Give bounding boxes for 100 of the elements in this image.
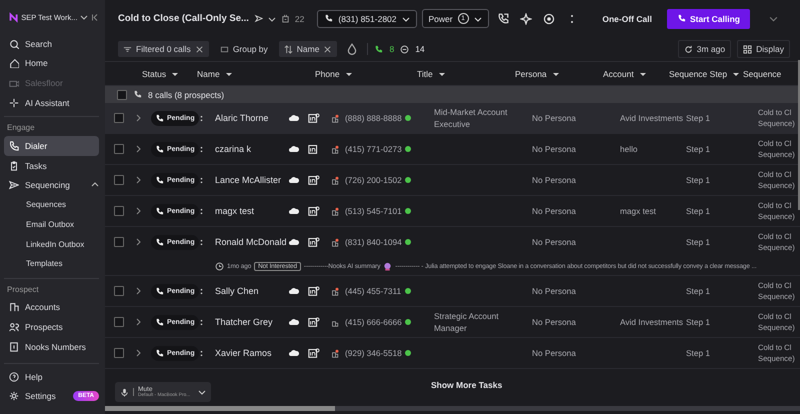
chevron-right-icon[interactable] <box>134 287 142 295</box>
chevron-right-icon[interactable] <box>134 114 142 122</box>
chevron-right-icon[interactable] <box>134 349 142 357</box>
nav-item[interactable]: Help <box>4 366 99 386</box>
start-calling-button[interactable]: Start Calling <box>666 8 750 28</box>
prospect-name[interactable]: Xavier Ramos <box>215 348 285 358</box>
phone-number[interactable]: (831) 840-1094 <box>345 237 405 247</box>
drop-icon[interactable] <box>346 43 358 55</box>
cloud-icon[interactable] <box>288 316 300 328</box>
column-header[interactable]: Account <box>603 68 669 78</box>
prospect-name[interactable]: magx test <box>215 206 285 216</box>
column-header[interactable]: Sequence Step <box>669 68 743 78</box>
chevron-down-icon[interactable] <box>268 14 276 22</box>
linkedin-icon[interactable] <box>308 316 320 328</box>
phone-number[interactable]: (445) 455-7311 <box>345 286 405 296</box>
chevron-down-icon[interactable] <box>769 14 778 23</box>
prospect-name[interactable]: Ronald McDonald <box>215 237 285 247</box>
checkbox[interactable] <box>114 348 124 358</box>
linkedin-icon[interactable] <box>308 236 320 248</box>
phone-icon <box>155 114 164 122</box>
nav-subitem[interactable]: Templates <box>4 254 99 274</box>
one-off-call-link[interactable]: One-Off Call <box>602 14 652 24</box>
phone-number[interactable]: (726) 200-1502 <box>345 175 405 185</box>
column-header[interactable]: Name <box>197 68 315 78</box>
column-header[interactable]: Status <box>134 68 197 78</box>
checkbox[interactable] <box>114 206 124 216</box>
nav-subitem[interactable]: Email Outbox <box>4 214 99 234</box>
group-by-button[interactable]: Group by <box>214 41 273 57</box>
nav-subitem[interactable]: Sequences <box>4 195 99 215</box>
cloud-icon[interactable] <box>288 285 300 297</box>
phone-forward-icon[interactable] <box>496 12 509 24</box>
nav-item[interactable]: Dialer <box>4 136 99 156</box>
prospect-name[interactable]: Alaric Thorne <box>215 113 285 123</box>
sequence-step: Step 1 <box>686 348 758 358</box>
chevron-right-icon[interactable] <box>134 318 142 326</box>
collapse-icon[interactable] <box>91 12 99 22</box>
show-more-link[interactable]: Show More Tasks <box>431 380 502 390</box>
column-header[interactable]: Title <box>417 68 515 78</box>
cloud-icon[interactable] <box>288 205 300 217</box>
nav-item[interactable]: Search <box>4 34 99 54</box>
horizontal-scrollbar[interactable] <box>105 406 800 411</box>
nav-item[interactable]: Accounts <box>4 298 99 318</box>
record-icon[interactable] <box>542 12 555 24</box>
column-header[interactable]: Phone <box>315 68 417 78</box>
refresh-button[interactable]: 3m ago <box>678 40 732 58</box>
prospect-name[interactable]: czarina k <box>215 144 285 154</box>
phone-number[interactable]: (415) 666-6666 <box>345 317 405 327</box>
nav-subitem[interactable]: LinkedIn Outbox <box>4 234 99 254</box>
cloud-icon[interactable] <box>288 236 300 248</box>
phone-number[interactable]: (415) 771-0273 <box>345 144 405 154</box>
send-icon[interactable] <box>254 14 263 23</box>
checkbox[interactable] <box>114 317 124 327</box>
checkbox[interactable] <box>117 90 127 100</box>
group-label: 8 calls (8 prospects) <box>148 90 224 100</box>
nav-item[interactable]: Home <box>4 54 99 74</box>
sparkle-icon[interactable] <box>520 12 532 24</box>
phone-number[interactable]: (513) 545-7101 <box>345 206 405 216</box>
nav-item[interactable]: Prospects <box>4 317 99 337</box>
logo-icon <box>9 12 18 22</box>
sort-chip[interactable]: Name <box>278 41 338 57</box>
linkedin-icon[interactable] <box>308 143 320 155</box>
cloud-icon[interactable] <box>288 174 300 186</box>
column-header[interactable]: Persona <box>515 68 603 78</box>
caller-number-select[interactable]: (831) 851-2802 <box>317 10 417 28</box>
nav-item[interactable]: Sequencing <box>4 176 99 196</box>
prospect-name[interactable]: Sally Chen <box>215 286 285 296</box>
chevron-right-icon[interactable] <box>134 176 142 184</box>
nav-item[interactable]: Nooks Numbers <box>4 336 99 356</box>
linkedin-icon[interactable] <box>308 347 320 359</box>
nav-item[interactable]: Tasks <box>4 156 99 176</box>
cloud-icon[interactable] <box>288 112 300 124</box>
chevron-right-icon[interactable] <box>134 238 142 246</box>
vertical-scrollbar[interactable] <box>798 60 800 210</box>
close-icon[interactable] <box>194 44 204 54</box>
checkbox[interactable] <box>114 113 124 123</box>
linkedin-icon[interactable] <box>308 205 320 217</box>
checkbox[interactable] <box>114 237 124 247</box>
prospect-name[interactable]: Lance McAllister <box>215 175 285 185</box>
checkbox[interactable] <box>114 286 124 296</box>
nav-item[interactable]: AI Assistant <box>4 92 99 112</box>
linkedin-icon[interactable] <box>308 285 320 297</box>
filter-icon <box>123 44 132 54</box>
prospect-name[interactable]: Thatcher Grey <box>215 317 285 327</box>
status-dot <box>405 239 411 245</box>
chevron-right-icon[interactable] <box>134 145 142 153</box>
column-header[interactable]: Sequence <box>743 68 795 78</box>
checkbox[interactable] <box>114 175 124 185</box>
close-icon[interactable] <box>323 44 332 54</box>
phone-number[interactable]: (888) 888-8888 <box>345 113 405 123</box>
cloud-icon[interactable] <box>288 347 300 359</box>
chevron-down-icon[interactable] <box>80 13 88 21</box>
cloud-icon[interactable] <box>288 143 300 155</box>
checkbox[interactable] <box>114 144 124 154</box>
phone-number[interactable]: (929) 346-5518 <box>345 348 405 358</box>
linkedin-icon[interactable] <box>308 174 320 186</box>
filter-chip[interactable]: Filtered 0 calls <box>118 41 209 57</box>
linkedin-icon[interactable] <box>308 112 320 124</box>
display-button[interactable]: Display <box>737 40 790 58</box>
chevron-right-icon[interactable] <box>134 207 142 215</box>
sequence-step: Step 1 <box>686 175 758 185</box>
